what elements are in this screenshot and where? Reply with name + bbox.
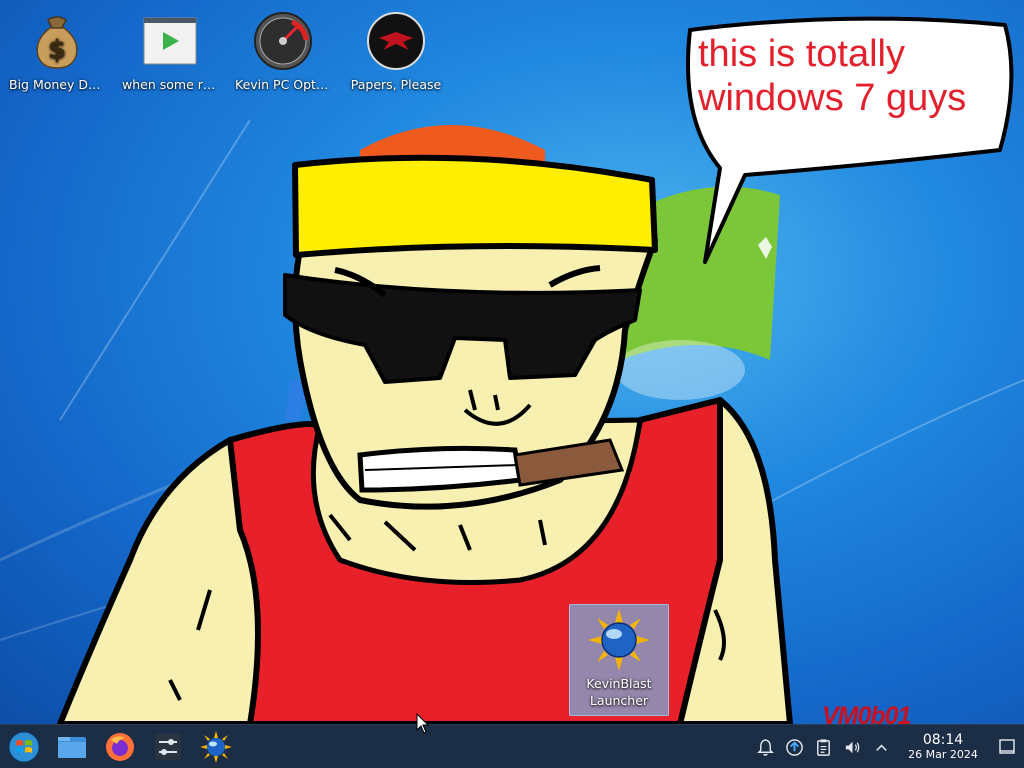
show-desktop-icon [999, 739, 1015, 754]
desktop-icon-papers-please[interactable]: Papers, Please [346, 10, 446, 93]
updates-tray-button[interactable] [780, 725, 809, 768]
firefox-icon [106, 732, 134, 761]
clock-date: 26 Mar 2024 [908, 748, 978, 761]
clock-time: 08:14 [922, 732, 964, 748]
notifications-tray-button[interactable] [751, 725, 780, 768]
video-player-icon [143, 17, 197, 65]
sun-globe-icon [200, 730, 232, 763]
speech-bubble-text: this is totally windows 7 guys [698, 33, 967, 119]
desktop-icon-video[interactable]: when some russian runs a... [120, 10, 220, 93]
money-bag-icon: $ [36, 16, 78, 69]
desktop-icon-label: KevinBlast Launcher [586, 676, 652, 708]
clipboard-tray-button[interactable] [809, 725, 838, 768]
folder-icon [58, 736, 86, 758]
firefox-button[interactable] [96, 725, 144, 768]
clock[interactable]: 08:14 26 Mar 2024 [900, 732, 986, 762]
desktop-icon-kevin-optimizer[interactable]: Kevin PC Optimizer Ho... [233, 10, 333, 93]
speedometer-icon [254, 12, 312, 70]
system-tray: 08:14 26 Mar 2024 [751, 725, 1024, 768]
bell-icon [757, 738, 774, 756]
windows-orb-icon [8, 731, 40, 762]
show-hidden-icons-button[interactable] [867, 725, 896, 768]
kevinblast-taskbar-button[interactable] [192, 725, 240, 768]
update-arrow-icon [786, 738, 803, 756]
system-settings-button[interactable] [144, 725, 192, 768]
svg-text:$: $ [48, 35, 66, 65]
mouse-cursor-icon [416, 713, 430, 734]
desktop-icon-kevinblast-launcher[interactable]: KevinBlast Launcher [569, 604, 669, 716]
sliders-icon [155, 733, 181, 760]
show-desktop-button[interactable] [990, 725, 1024, 768]
speaker-muted-icon [845, 741, 860, 753]
chevron-up-icon [876, 744, 887, 751]
eagle-emblem-icon [367, 12, 425, 70]
file-manager-button[interactable] [48, 725, 96, 768]
desktop-icon-label: Papers, Please [350, 77, 442, 92]
desktop-icon-big-money-deluxe[interactable]: $ Big Money Deluxe [7, 10, 107, 93]
taskbar: 08:14 26 Mar 2024 [0, 724, 1024, 768]
desktop-icon-label: when some russian runs a... [122, 77, 220, 92]
desktop-icon-label: Kevin PC Optimizer Ho... [235, 77, 333, 92]
clipboard-icon [817, 738, 830, 756]
start-menu-button[interactable] [0, 725, 48, 768]
volume-tray-button[interactable] [838, 725, 867, 768]
desktop-icon-label: Big Money Deluxe [9, 77, 107, 92]
sun-globe-icon [588, 609, 650, 671]
